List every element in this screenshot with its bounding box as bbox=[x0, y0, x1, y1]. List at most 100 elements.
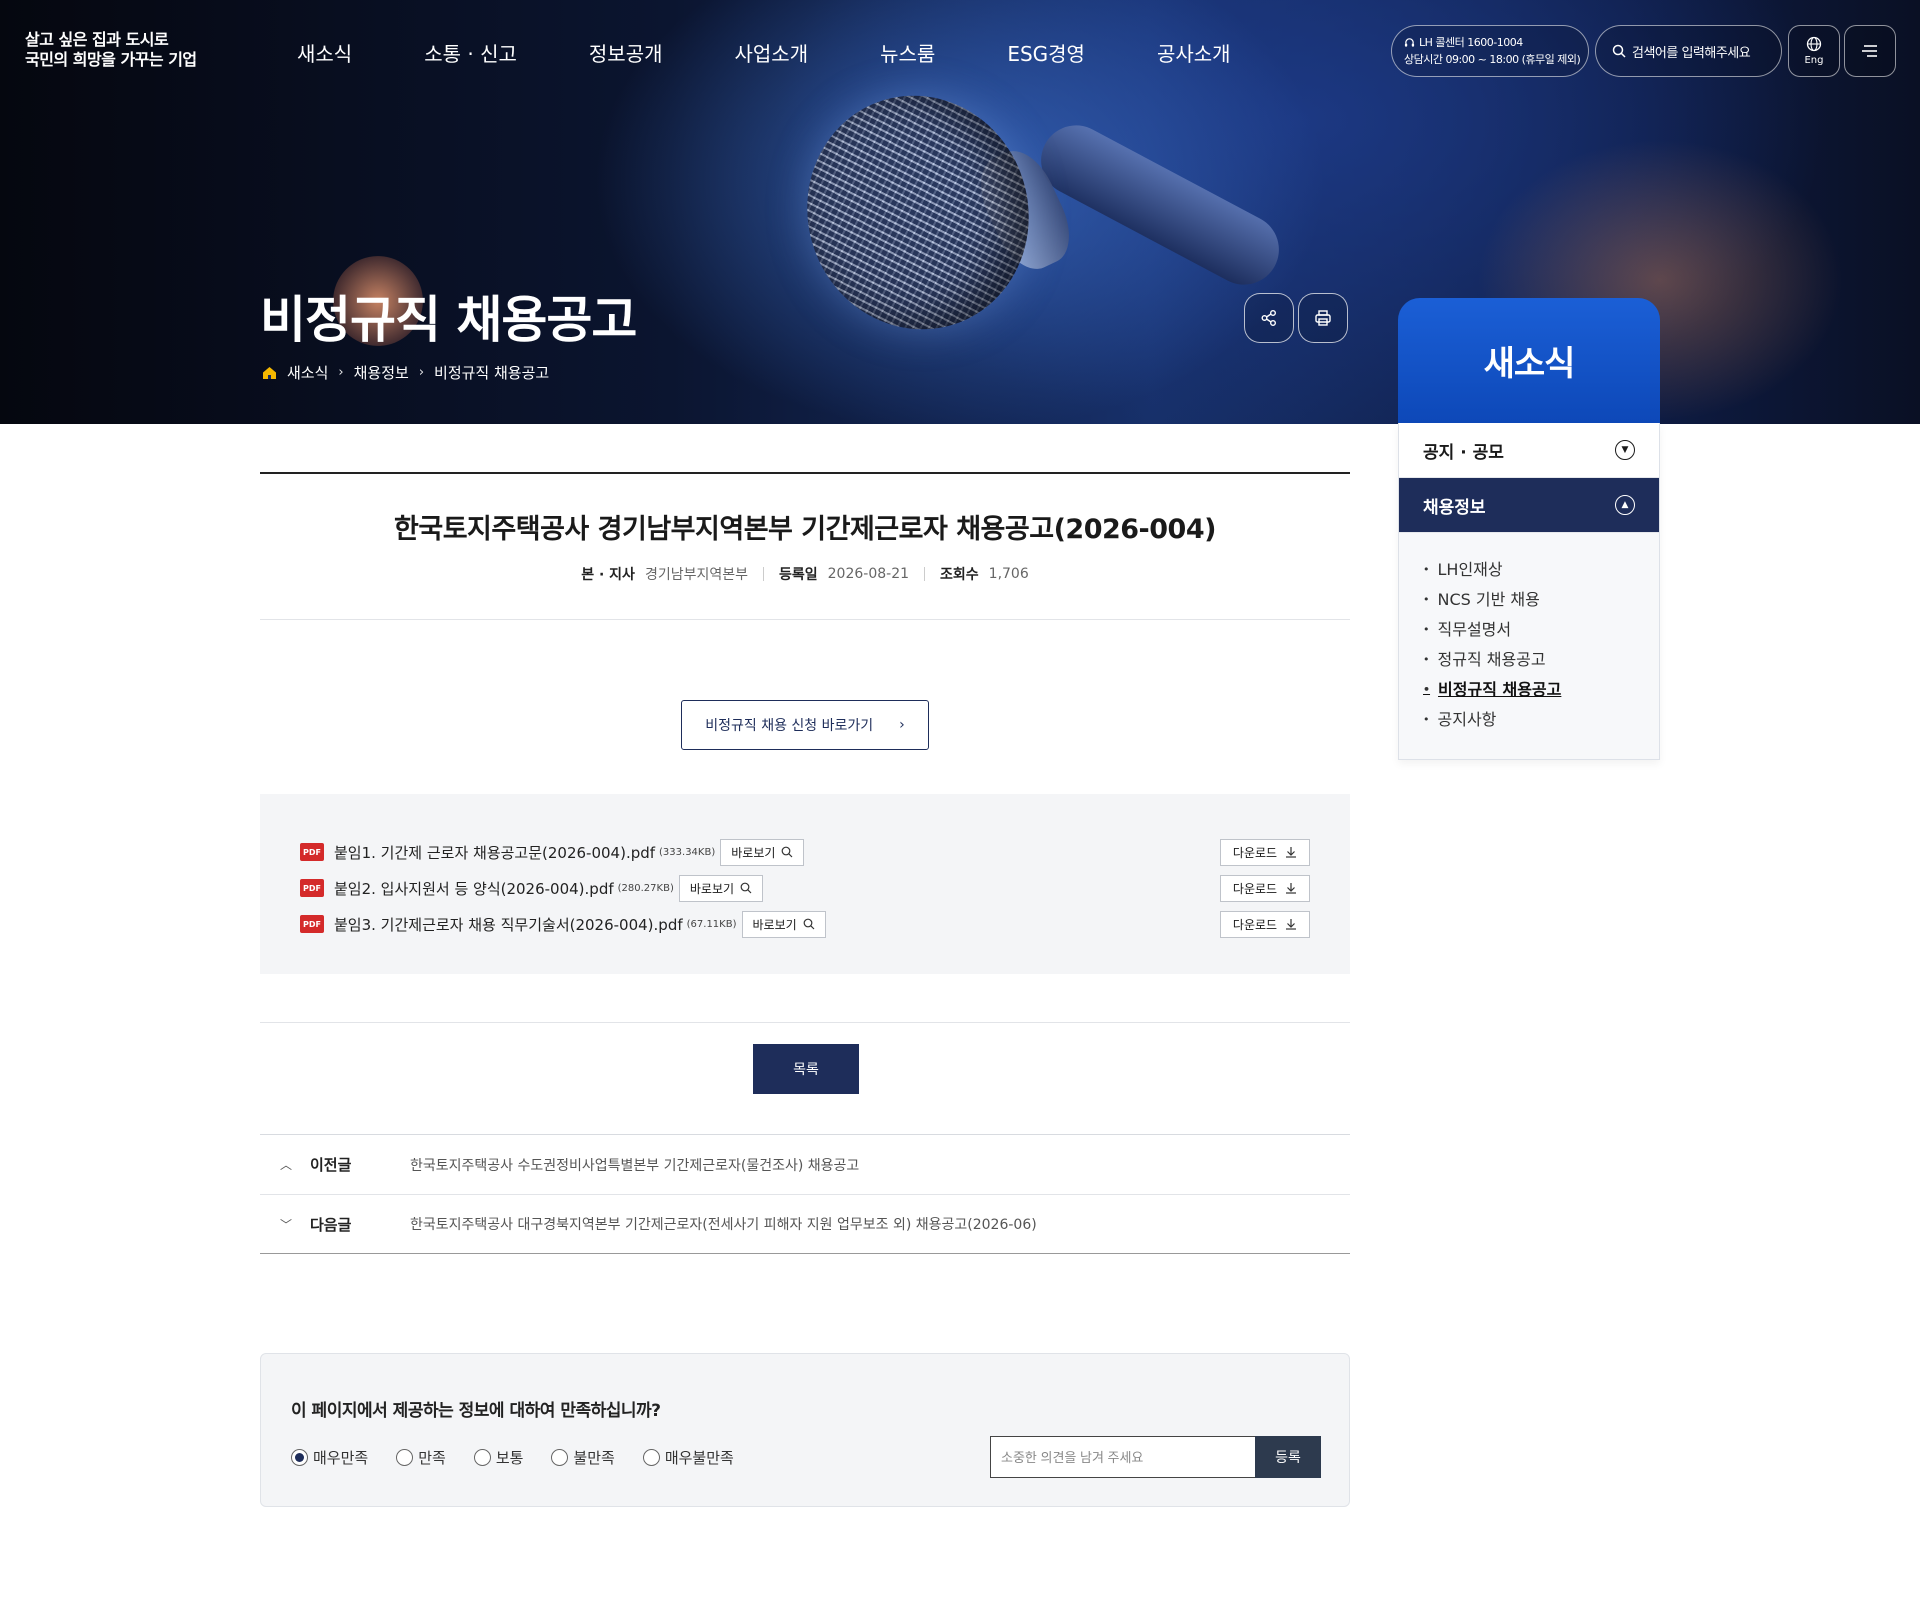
breadcrumb-item-current[interactable]: 비정규직 채용공고 bbox=[434, 362, 549, 383]
apply-link-button[interactable]: 비정규직 채용 신청 바로가기 › bbox=[681, 700, 929, 750]
chevron-down-icon: ﹀ bbox=[280, 1217, 293, 1232]
attachment-name[interactable]: 붙임2. 입사지원서 등 양식(2026-004).pdf bbox=[334, 878, 614, 899]
side-category-label: 채용정보 bbox=[1423, 497, 1486, 518]
side-sub-item-regular[interactable]: 정규직 채용공고 bbox=[1423, 645, 1635, 675]
prev-next-nav: ︿ 이전글 한국토지주택공사 수도권정비사업특별본부 기간제근로자(물건조사) … bbox=[260, 1134, 1350, 1254]
home-icon[interactable] bbox=[262, 366, 277, 380]
nav-item-business[interactable]: 사업소개 bbox=[735, 38, 809, 67]
survey-option-satisfied[interactable]: 만족 bbox=[396, 1447, 446, 1468]
nav-item-newsroom[interactable]: 뉴스룸 bbox=[880, 38, 935, 67]
share-button[interactable] bbox=[1244, 293, 1294, 343]
radio-button[interactable] bbox=[473, 1449, 491, 1466]
next-post-title[interactable]: 한국토지주택공사 대구경북지역본부 기간제근로자(전세사기 피해자 지원 업무보… bbox=[410, 1214, 1037, 1234]
attachment-name[interactable]: 붙임1. 기간제 근로자 채용공고문(2026-004).pdf bbox=[334, 842, 655, 863]
callcenter-info[interactable]: LH 콜센터 1600-1004 상담시간 09:00 ~ 18:00 (휴무일… bbox=[1391, 25, 1589, 77]
callcenter-number: LH 콜센터 1600-1004 bbox=[1419, 36, 1523, 49]
article-divider bbox=[260, 619, 1350, 620]
attachment-name[interactable]: 붙임3. 기간제근로자 채용 직무기술서(2026-004).pdf bbox=[334, 914, 683, 935]
search-box[interactable]: 검색어를 입력해주세요 bbox=[1595, 25, 1782, 77]
search-icon bbox=[1612, 44, 1626, 58]
chevron-right-icon: › bbox=[899, 717, 905, 733]
chevron-down-icon: ▼ bbox=[1615, 440, 1635, 460]
meta-views-value: 1,706 bbox=[988, 566, 1029, 582]
chevron-up-icon: ▲ bbox=[1615, 495, 1635, 515]
next-post-label: 다음글 bbox=[310, 1215, 352, 1234]
download-button[interactable]: 다운로드 bbox=[1220, 838, 1310, 866]
side-sub-item-job-desc[interactable]: 직무설명서 bbox=[1423, 615, 1635, 645]
prev-post-title[interactable]: 한국토지주택공사 수도권정비사업특별본부 기간제근로자(물건조사) 채용공고 bbox=[410, 1155, 859, 1175]
side-menu-box: 공지 · 공모 ▼ 채용정보 ▲ LH인재상 NCS 기반 채용 직무설명서 정… bbox=[1398, 423, 1660, 760]
article-title: 한국토지주택공사 경기남부지역본부 기간제근로자 채용공고(2026-004) bbox=[394, 514, 1216, 545]
survey-option-very-dissatisfied[interactable]: 매우불만족 bbox=[642, 1447, 734, 1468]
logo-line-2: 국민의 희망을 가꾸는 기업 bbox=[25, 50, 197, 69]
radio-button[interactable] bbox=[551, 1449, 569, 1466]
chevron-right-icon: › bbox=[418, 365, 425, 380]
printer-icon bbox=[1315, 310, 1331, 326]
preview-label: 바로보기 bbox=[689, 881, 735, 896]
nav-item-disclosure[interactable]: 정보공개 bbox=[589, 38, 663, 67]
survey-comment-input[interactable] bbox=[990, 1436, 1256, 1478]
radio-button[interactable] bbox=[291, 1449, 308, 1466]
side-category-notice[interactable]: 공지 · 공모 ▼ bbox=[1399, 423, 1659, 478]
preview-label: 바로보기 bbox=[731, 845, 776, 860]
survey-option-label: 만족 bbox=[418, 1449, 446, 1467]
meta-branch-value: 경기남부지역본부 bbox=[644, 567, 748, 583]
preview-button[interactable]: 바로보기 bbox=[741, 910, 826, 938]
download-icon bbox=[1286, 919, 1297, 930]
breadcrumb-item-news[interactable]: 새소식 bbox=[287, 362, 328, 383]
attachment-size: (280.27KB) bbox=[617, 882, 674, 894]
download-icon bbox=[1286, 883, 1297, 894]
article-top-line bbox=[260, 472, 1350, 474]
preview-button[interactable]: 바로보기 bbox=[678, 874, 764, 902]
download-button[interactable]: 다운로드 bbox=[1220, 874, 1310, 902]
side-sub-item-talent[interactable]: LH인재상 bbox=[1423, 555, 1635, 585]
survey-option-label: 매우만족 bbox=[313, 1449, 369, 1467]
meta-views-label: 조회수 bbox=[940, 567, 979, 583]
pdf-icon: PDF bbox=[300, 879, 324, 897]
language-button[interactable]: Eng bbox=[1788, 25, 1840, 77]
survey-option-label: 매우불만족 bbox=[664, 1449, 734, 1467]
attachment-item: PDF 붙임3. 기간제근로자 채용 직무기술서(2026-004).pdf (… bbox=[300, 906, 1310, 942]
nav-item-communication[interactable]: 소통 · 신고 bbox=[424, 38, 517, 67]
side-category-label: 공지 · 공모 bbox=[1423, 442, 1504, 463]
hero-microphone-body bbox=[1028, 113, 1292, 297]
list-button[interactable]: 목록 bbox=[753, 1044, 859, 1094]
survey-option-neutral[interactable]: 보통 bbox=[473, 1447, 524, 1468]
preview-label: 바로보기 bbox=[752, 917, 797, 932]
all-menu-button[interactable] bbox=[1844, 25, 1896, 77]
survey-option-label: 보통 bbox=[495, 1449, 524, 1467]
attachment-item: PDF 붙임1. 기간제 근로자 채용공고문(2026-004).pdf (33… bbox=[300, 834, 1310, 870]
radio-button[interactable] bbox=[396, 1449, 414, 1466]
survey-option-dissatisfied[interactable]: 불만족 bbox=[551, 1447, 615, 1468]
preview-button[interactable]: 바로보기 bbox=[720, 838, 805, 866]
radio-button[interactable] bbox=[642, 1449, 660, 1466]
attachment-size: (333.34KB) bbox=[659, 846, 716, 858]
apply-button-label: 비정규직 채용 신청 바로가기 bbox=[705, 718, 874, 734]
side-sub-item-ncs[interactable]: NCS 기반 채용 bbox=[1423, 585, 1635, 615]
side-sub-item-notice[interactable]: 공지사항 bbox=[1423, 705, 1635, 735]
nav-item-about[interactable]: 공사소개 bbox=[1157, 38, 1231, 67]
print-button[interactable] bbox=[1298, 293, 1348, 343]
nav-item-news[interactable]: 새소식 bbox=[297, 38, 352, 67]
survey-option-very-satisfied[interactable]: 매우만족 bbox=[291, 1447, 368, 1468]
next-post-row[interactable]: ﹀ 다음글 한국토지주택공사 대구경북지역본부 기간제근로자(전세사기 피해자 … bbox=[260, 1194, 1350, 1253]
magnifier-icon bbox=[803, 918, 815, 930]
meta-date-value: 2026-08-21 bbox=[827, 566, 910, 582]
nav-item-esg[interactable]: ESG경영 bbox=[1007, 38, 1085, 67]
side-category-recruit[interactable]: 채용정보 ▲ bbox=[1399, 478, 1659, 533]
site-logo[interactable]: 살고 싶은 집과 도시로 국민의 희망을 가꾸는 기업 bbox=[25, 30, 197, 70]
page-title: 비정규직 채용공고 bbox=[260, 291, 637, 349]
meta-divider bbox=[763, 567, 764, 581]
prev-post-row[interactable]: ︿ 이전글 한국토지주택공사 수도권정비사업특별본부 기간제근로자(물건조사) … bbox=[260, 1135, 1350, 1194]
download-icon bbox=[1286, 847, 1297, 858]
side-menu-title: 새소식 bbox=[1398, 298, 1660, 423]
breadcrumb-item-recruit[interactable]: 채용정보 bbox=[354, 362, 409, 383]
download-label: 다운로드 bbox=[1232, 845, 1278, 860]
side-sub-item-nonregular[interactable]: 비정규직 채용공고 bbox=[1423, 675, 1635, 705]
download-button[interactable]: 다운로드 bbox=[1220, 910, 1310, 938]
survey-options: 매우만족 만족 보통 불만족 매우불만족 bbox=[291, 1447, 734, 1468]
survey-submit-button[interactable]: 등록 bbox=[1255, 1436, 1321, 1478]
side-submenu: LH인재상 NCS 기반 채용 직무설명서 정규직 채용공고 비정규직 채용공고… bbox=[1399, 533, 1659, 759]
meta-divider bbox=[924, 567, 926, 581]
breadcrumb: 새소식 › 채용정보 › 비정규직 채용공고 bbox=[262, 362, 549, 383]
